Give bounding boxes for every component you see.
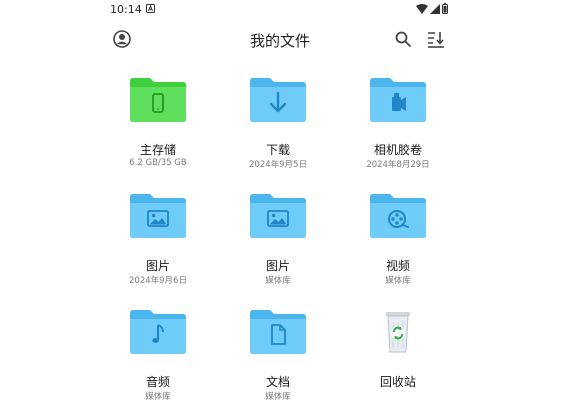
signal-icon — [430, 3, 440, 14]
item-label: 回收站 — [379, 375, 416, 389]
item-subtitle: 2024年8月29日 — [366, 160, 430, 170]
item-label: 音频 — [145, 375, 170, 389]
folder-item-internal-storage[interactable]: 主存储 6.2 GB/35 GB — [98, 70, 218, 186]
image-icon — [250, 194, 306, 238]
battery-icon — [442, 3, 448, 14]
sort-icon[interactable] — [426, 29, 446, 49]
item-label: 视频 — [385, 259, 410, 273]
phone-icon — [130, 78, 186, 122]
item-label: 相机胶卷 — [373, 143, 422, 157]
image-icon — [130, 194, 186, 238]
status-time: 10:14 — [110, 3, 142, 16]
folder-item-camera-roll[interactable]: 相机胶卷 2024年8月29日 — [338, 70, 458, 186]
item-subtitle: 6.2 GB/35 GB — [129, 158, 187, 168]
document-icon — [250, 310, 306, 354]
folder-grid: 主存储 6.2 GB/35 GB 下载 2024年9月5日 相机胶卷 2024年… — [98, 70, 460, 404]
item-label: 图片 — [145, 259, 170, 273]
camera-icon — [370, 78, 426, 122]
folder-item-videos[interactable]: 视频 媒体库 — [338, 186, 458, 302]
recycle-bin-item[interactable]: 回收站 — [338, 302, 458, 418]
film-reel-icon — [370, 194, 426, 238]
item-label: 图片 — [265, 259, 290, 273]
search-icon[interactable] — [394, 30, 412, 48]
download-arrow-icon — [250, 78, 306, 122]
folder-item-audio[interactable]: 音频 媒体库 — [98, 302, 218, 418]
item-subtitle: 媒体库 — [385, 276, 411, 286]
recycle-bin-icon — [386, 312, 410, 353]
item-subtitle: 媒体库 — [265, 392, 291, 402]
status-icons — [416, 3, 448, 14]
folder-item-pictures[interactable]: 图片 2024年9月6日 — [98, 186, 218, 302]
item-subtitle: 2024年9月6日 — [129, 276, 187, 286]
item-label: 文档 — [265, 375, 290, 389]
app-bar: 我的文件 — [108, 22, 452, 56]
notification-a-icon — [146, 4, 155, 13]
item-label: 下载 — [265, 143, 290, 157]
item-subtitle: 媒体库 — [265, 276, 291, 286]
folder-item-pictures-library[interactable]: 图片 媒体库 — [218, 186, 338, 302]
item-subtitle: 2024年9月5日 — [249, 160, 307, 170]
folder-item-documents[interactable]: 文档 媒体库 — [218, 302, 338, 418]
item-label: 主存储 — [139, 143, 176, 157]
status-bar: 10:14 — [108, 0, 452, 20]
item-subtitle: 媒体库 — [145, 392, 171, 402]
music-note-icon — [130, 310, 186, 354]
wifi-icon — [416, 3, 428, 14]
folder-item-download[interactable]: 下载 2024年9月5日 — [218, 70, 338, 186]
